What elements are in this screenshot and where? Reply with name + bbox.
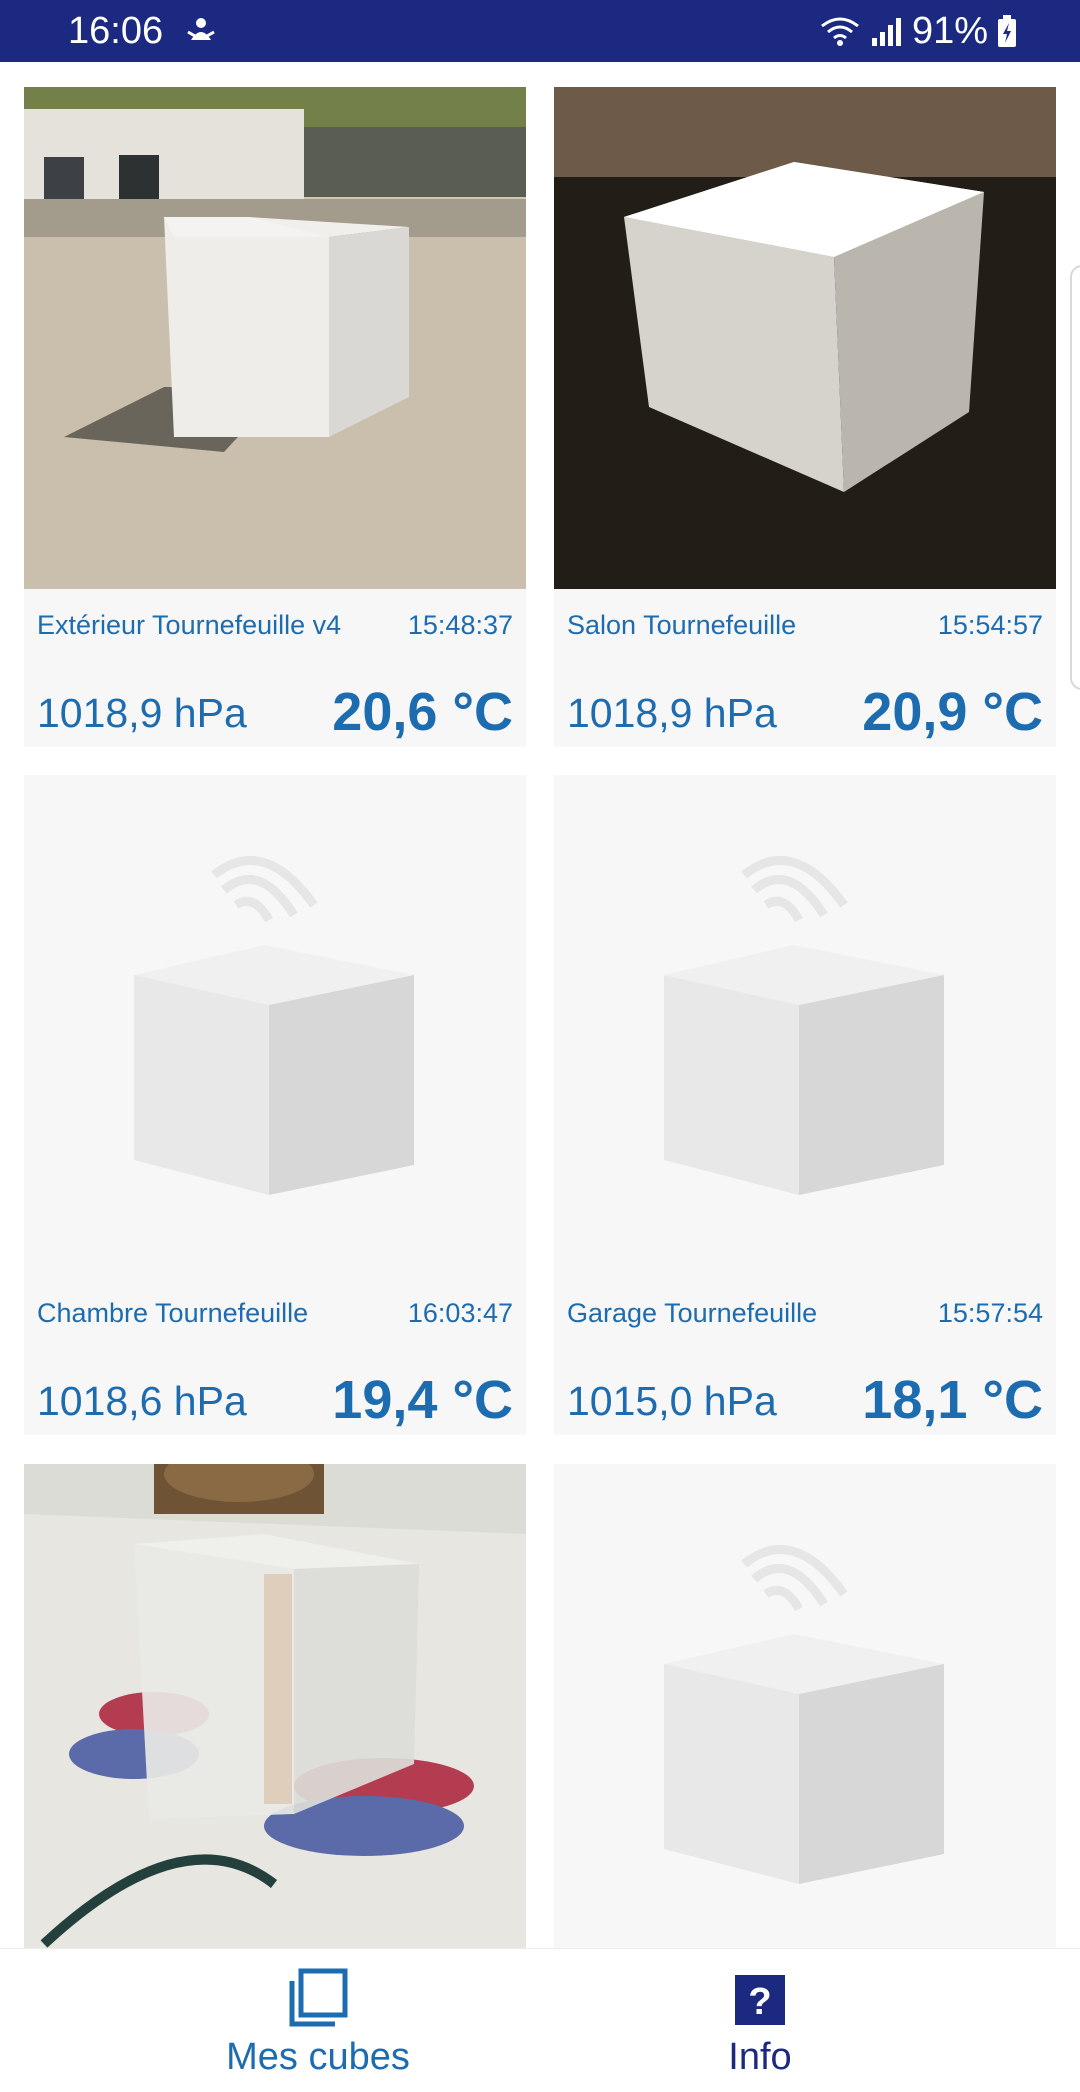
nav-info[interactable]: ? Info	[610, 1949, 910, 2092]
cube-card-6[interactable]	[554, 1464, 1056, 1948]
glowing-cube-photo	[554, 87, 1056, 589]
cube-name: Extérieur Tournefeuille v4	[37, 610, 342, 640]
default-cube-placeholder	[24, 775, 526, 1277]
signal-icon	[871, 18, 901, 46]
nav-label: Mes cubes	[226, 2036, 410, 2078]
cube-card-garage[interactable]: Garage Tournefeuille 15:57:54 1015,0 hPa…	[554, 775, 1056, 1435]
last-update-time: 15:54:57	[937, 610, 1043, 640]
cube-name: Chambre Tournefeuille	[37, 1298, 309, 1328]
last-update-time: 15:57:54	[937, 1298, 1043, 1328]
cube-card-5[interactable]	[24, 1464, 526, 1948]
pressure-value: 1018,6 hPa	[37, 1378, 247, 1424]
status-bar: 16:06 91%	[0, 0, 1080, 62]
battery-percent: 91%	[911, 10, 988, 52]
wifi-icon	[821, 17, 859, 46]
temperature-value: 18,1 °C	[862, 1370, 1043, 1430]
pressure-value: 1015,0 hPa	[567, 1378, 777, 1424]
side-scroll-handle[interactable]	[1070, 265, 1080, 690]
svg-text:?: ?	[748, 1981, 771, 2023]
question-mark-icon: ?	[735, 1975, 785, 2025]
cube-name: Garage Tournefeuille	[567, 1298, 818, 1328]
nav-mes-cubes[interactable]: Mes cubes	[168, 1949, 468, 2092]
cube-card-exterieur[interactable]: Extérieur Tournefeuille v4 15:48:37 1018…	[24, 87, 526, 747]
stacked-squares-icon	[289, 1968, 348, 2027]
temperature-value: 20,9 °C	[862, 682, 1043, 742]
battery-charging-icon	[998, 15, 1016, 47]
translucent-cube-photo	[24, 1464, 526, 1948]
last-update-time: 16:03:47	[407, 1298, 513, 1328]
status-right: 91%	[818, 10, 1018, 52]
pressure-value: 1018,9 hPa	[567, 690, 777, 736]
notification-icon	[187, 18, 215, 40]
last-update-time: 15:48:37	[407, 610, 513, 640]
default-cube-placeholder	[554, 1464, 1056, 1948]
nav-label: Info	[728, 2036, 792, 2078]
cube-card-salon[interactable]: Salon Tournefeuille 15:54:57 1018,9 hPa …	[554, 87, 1056, 747]
default-cube-placeholder	[554, 775, 1056, 1277]
outdoor-cube-photo	[24, 87, 526, 589]
pressure-value: 1018,9 hPa	[37, 690, 247, 736]
bottom-navigation: Mes cubes ? Info	[0, 1948, 1080, 2092]
cubes-grid: Extérieur Tournefeuille v4 15:48:37 1018…	[0, 62, 1080, 1948]
cube-name: Salon Tournefeuille	[567, 610, 797, 640]
cube-card-chambre[interactable]: Chambre Tournefeuille 16:03:47 1018,6 hP…	[24, 775, 526, 1435]
temperature-value: 20,6 °C	[332, 682, 513, 742]
temperature-value: 19,4 °C	[332, 1370, 513, 1430]
status-time: 16:06	[68, 10, 164, 52]
